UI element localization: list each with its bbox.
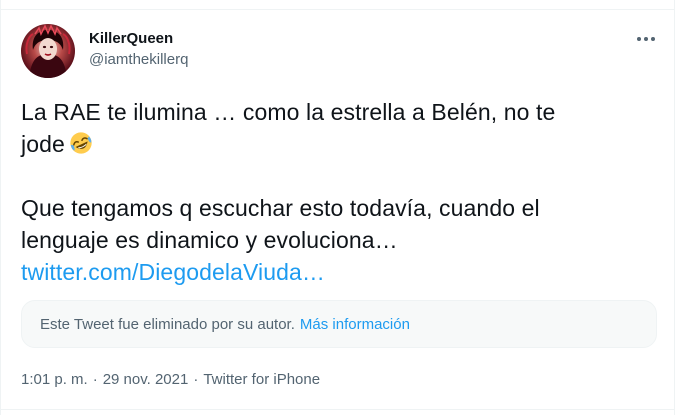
meta-separator: · <box>92 371 98 388</box>
top-divider <box>1 9 674 10</box>
tweet-text-line: Que tengamos q escuchar esto todavía, cu… <box>21 195 540 221</box>
tweet-card: KillerQueen @iamthekillerq La RAE te ilu… <box>0 0 675 415</box>
bottom-divider <box>1 409 674 410</box>
more-dot-icon <box>637 37 641 41</box>
user-handle[interactable]: @iamthekillerq <box>89 50 188 70</box>
tweet-meta: 1:01 p. m. · 29 nov. 2021 · Twitter for iPho… <box>21 370 320 390</box>
tweet-date[interactable]: 29 nov. 2021 <box>103 371 189 388</box>
more-dot-icon <box>644 37 648 41</box>
tweet-link[interactable]: twitter.com/DiegodelaViuda… <box>21 259 325 285</box>
tweet-source[interactable]: Twitter for iPhone <box>203 371 320 388</box>
tweet-link-line: twitter.com/DiegodelaViuda… <box>21 256 651 288</box>
deleted-quote-notice: Este Tweet fue eliminado por su autor. M… <box>21 300 657 348</box>
tweet-text-line: La RAE te ilumina … como la estrella a B… <box>21 99 556 125</box>
more-info-link[interactable]: Más información <box>300 316 410 333</box>
tweet-time[interactable]: 1:01 p. m. <box>21 371 88 388</box>
tweet-text: La RAE te ilumina … como la estrella a B… <box>21 96 651 288</box>
more-options-button[interactable] <box>629 26 663 52</box>
tweet-text-line: lenguaje es dinamico y evoluciona… <box>21 227 398 253</box>
more-dot-icon <box>651 37 655 41</box>
tweet-text-line: jode <box>21 128 651 160</box>
tweet-text-fragment: jode <box>21 131 65 157</box>
deleted-notice-text: Este Tweet fue eliminado por su autor. <box>40 315 295 333</box>
author-block: KillerQueen @iamthekillerq <box>89 30 188 70</box>
display-name[interactable]: KillerQueen <box>89 30 188 48</box>
rolling-laughing-emoji-icon <box>70 132 92 154</box>
meta-separator: · <box>193 371 199 388</box>
avatar-image <box>25 24 71 78</box>
avatar[interactable] <box>21 24 75 78</box>
